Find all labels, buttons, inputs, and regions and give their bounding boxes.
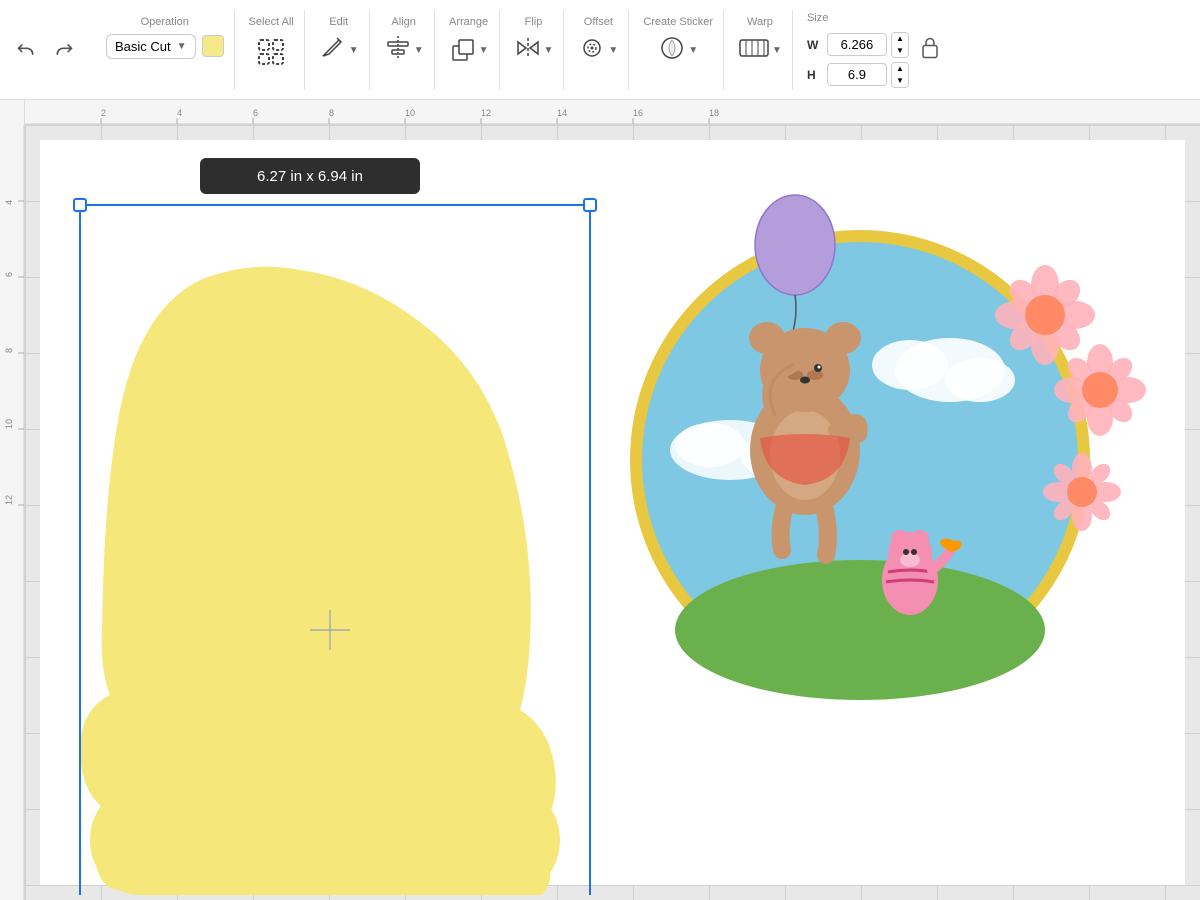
svg-text:8: 8 [329,108,334,118]
height-down-button[interactable]: ▼ [892,75,908,87]
offset-label: Offset [584,16,613,28]
canvas-svg: 6.27 in x 6.94 in [40,140,1190,895]
svg-text:4: 4 [4,200,14,205]
create-sticker-button[interactable]: ▼ [658,34,698,67]
arrange-label: Arrange [449,16,488,28]
undo-button[interactable] [10,34,42,66]
svg-text:10: 10 [4,419,14,429]
operation-section: Operation Basic Cut ▼ [96,10,235,90]
arrange-section: Arrange ▼ [439,10,500,90]
svg-text:4: 4 [177,108,182,118]
svg-text:6: 6 [4,272,14,277]
align-button[interactable]: ▼ [384,34,424,67]
flip-label: Flip [525,16,543,28]
redo-button[interactable] [48,34,80,66]
warp-dropdown-arrow: ▼ [772,45,782,56]
operation-dropdown[interactable]: Basic Cut ▼ [106,34,196,59]
edit-dropdown-arrow: ▼ [349,45,359,56]
offset-button[interactable]: ▼ [578,34,618,67]
size-label: Size [807,12,828,24]
pooh-scene [630,195,1146,700]
handle-tl[interactable] [74,199,86,211]
width-up-button[interactable]: ▲ [892,33,908,45]
warp-section: Warp ▼ [728,10,793,90]
svg-text:16: 16 [633,108,643,118]
height-stepper[interactable]: ▲ ▼ [891,62,909,88]
undo-redo-group [10,34,92,66]
lock-icon[interactable] [921,36,939,63]
width-input[interactable] [827,33,887,56]
create-sticker-label: Create Sticker [643,16,713,28]
align-section: Align ▼ [374,10,435,90]
width-down-button[interactable]: ▼ [892,45,908,57]
toolbar: Operation Basic Cut ▼ Select All Edit [0,0,1200,100]
flip-section: Flip ▼ [504,10,565,90]
handle-tr[interactable] [584,199,596,211]
svg-text:6: 6 [253,108,258,118]
warp-button[interactable]: ▼ [738,34,782,67]
operation-label: Operation [141,16,189,28]
flip-button[interactable]: ▼ [514,34,554,67]
height-label: H [807,68,823,82]
create-sticker-dropdown-arrow: ▼ [688,45,698,56]
edit-button[interactable]: ▼ [319,34,359,67]
edit-label: Edit [329,16,348,28]
svg-text:8: 8 [4,348,14,353]
svg-text:14: 14 [557,108,567,118]
arrange-dropdown-arrow: ▼ [479,45,489,56]
width-stepper[interactable]: ▲ ▼ [891,32,909,58]
canvas-surface: 6.27 in x 6.94 in [40,140,1185,885]
flip-dropdown-arrow: ▼ [544,45,554,56]
color-swatch[interactable] [202,35,224,57]
svg-text:18: 18 [709,108,719,118]
align-dropdown-arrow: ▼ [414,45,424,56]
create-sticker-section: Create Sticker ▼ [633,10,724,90]
warp-label: Warp [747,16,773,28]
size-section: Size W ▲ ▼ H ▲ ▼ [797,6,949,94]
canvas-content[interactable]: 6.27 in x 6.94 in [25,125,1200,900]
svg-text:2: 2 [101,108,106,118]
svg-text:12: 12 [481,108,491,118]
height-input[interactable] [827,63,887,86]
canvas-area: 2 4 6 8 10 12 14 16 18 4 6 8 [0,100,1200,900]
width-label: W [807,38,823,52]
offset-section: Offset ▼ [568,10,629,90]
bear-shape-group[interactable] [80,267,560,895]
height-up-button[interactable]: ▲ [892,63,908,75]
ruler-left: 4 6 8 10 12 [0,100,25,900]
arrange-button[interactable]: ▼ [449,34,489,67]
svg-text:12: 12 [4,495,14,505]
operation-controls: Basic Cut ▼ [106,34,224,59]
select-all-section: Select All [239,10,305,90]
align-label: Align [391,16,415,28]
ruler-top: 2 4 6 8 10 12 14 16 18 [25,100,1200,125]
size-tooltip-text: 6.27 in x 6.94 in [257,168,363,185]
operation-dropdown-arrow: ▼ [177,41,187,52]
svg-text:10: 10 [405,108,415,118]
offset-dropdown-arrow: ▼ [608,45,618,56]
edit-section: Edit ▼ [309,10,370,90]
ground-oval [675,560,1045,700]
balloon [755,195,835,295]
select-all-label: Select All [249,16,294,28]
select-all-button[interactable] [253,34,289,70]
operation-value: Basic Cut [115,39,171,54]
